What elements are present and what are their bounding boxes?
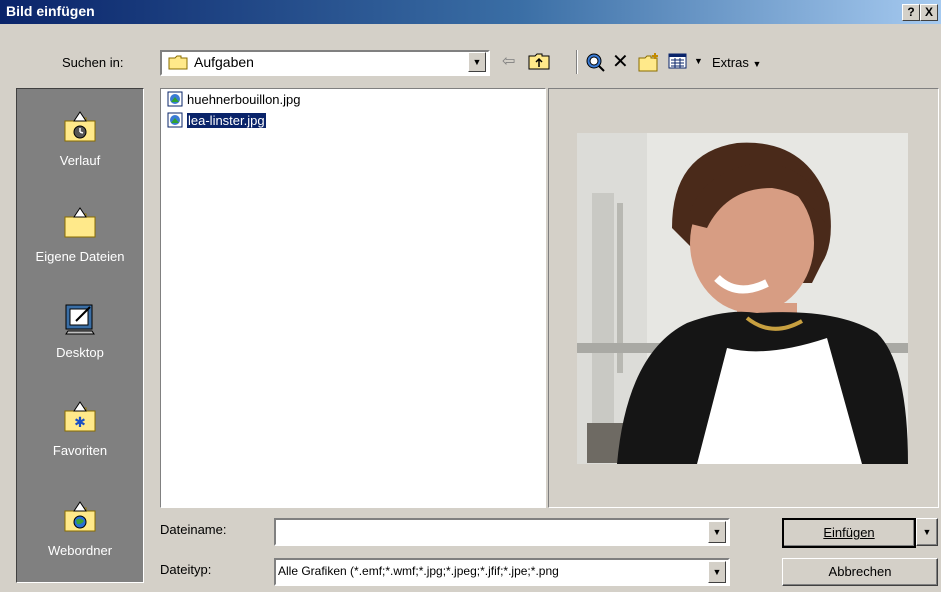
filename-field[interactable]: ▼ [274,518,730,546]
filetype-value: Alle Grafiken (*.emf;*.wmf;*.jpg;*.jpeg;… [278,564,559,578]
web-folders-icon [62,499,98,535]
help-button[interactable]: ? [902,4,920,21]
filename-dropdown-button[interactable]: ▼ [708,521,726,543]
place-my-documents[interactable]: Eigene Dateien [17,205,143,291]
insert-button[interactable]: Einfügen [782,518,916,548]
filetype-select[interactable]: Alle Grafiken (*.emf;*.wmf;*.jpg;*.jpeg;… [274,558,730,586]
delete-icon[interactable]: ✕ [612,52,629,72]
jpg-file-icon [167,91,183,107]
place-favorites[interactable]: ✱ Favoriten [17,399,143,485]
image-preview [577,133,908,464]
lookin-dropdown-button[interactable]: ▼ [468,52,486,72]
place-desktop[interactable]: Desktop [17,301,143,387]
file-name: lea-linster.jpg [186,112,267,129]
search-web-icon[interactable] [584,52,606,72]
list-item[interactable]: lea-linster.jpg [167,112,267,130]
place-label: Webordner [47,543,113,558]
extras-label: Extras [712,55,749,70]
title-bar [0,0,941,24]
insert-label: Einfügen [823,525,875,540]
place-label: Favoriten [52,443,108,458]
extras-menu-button[interactable]: Extras ▼ [712,55,761,70]
filetype-dropdown-button[interactable]: ▼ [708,561,726,583]
place-web-folders[interactable]: Webordner [17,499,143,585]
cancel-button[interactable]: Abbrechen [782,558,938,586]
views-icon[interactable] [668,52,688,72]
history-icon [62,109,98,145]
place-history[interactable]: Verlauf [17,109,143,195]
extras-dropdown-arrow-icon: ▼ [752,59,762,69]
place-label: Verlauf [59,153,101,168]
lookin-combobox[interactable]: Aufgaben ▼ [160,50,490,76]
file-name: huehnerbouillon.jpg [187,92,301,107]
filetype-label: Dateityp: [160,562,212,577]
insert-options-dropdown-button[interactable]: ▼ [916,518,938,546]
favorites-icon: ✱ [62,399,98,435]
my-documents-icon [62,205,98,241]
place-label: Eigene Dateien [35,249,125,264]
folder-icon [168,55,188,70]
place-label: Desktop [56,345,104,360]
new-folder-icon[interactable] [638,52,660,72]
list-item[interactable]: huehnerbouillon.jpg [167,91,300,109]
lookin-label: Suchen in: [62,55,124,70]
toolbar-separator [576,50,578,74]
up-folder-icon[interactable] [528,52,550,72]
back-arrow-icon[interactable]: ⇦ [502,52,515,72]
svg-text:✱: ✱ [74,415,86,431]
places-bar: Verlauf Eigene Dateien Desktop ✱ Favorit… [16,88,144,583]
lookin-value: Aufgaben [194,54,254,70]
dialog-title: Bild einfügen [6,3,95,19]
views-dropdown-arrow-icon[interactable]: ▼ [694,56,703,66]
filename-label: Dateiname: [160,522,227,537]
desktop-icon [62,301,98,337]
jpg-file-icon [167,112,183,128]
close-button[interactable]: X [920,4,938,21]
file-list[interactable]: huehnerbouillon.jpg lea-linster.jpg [160,88,546,508]
